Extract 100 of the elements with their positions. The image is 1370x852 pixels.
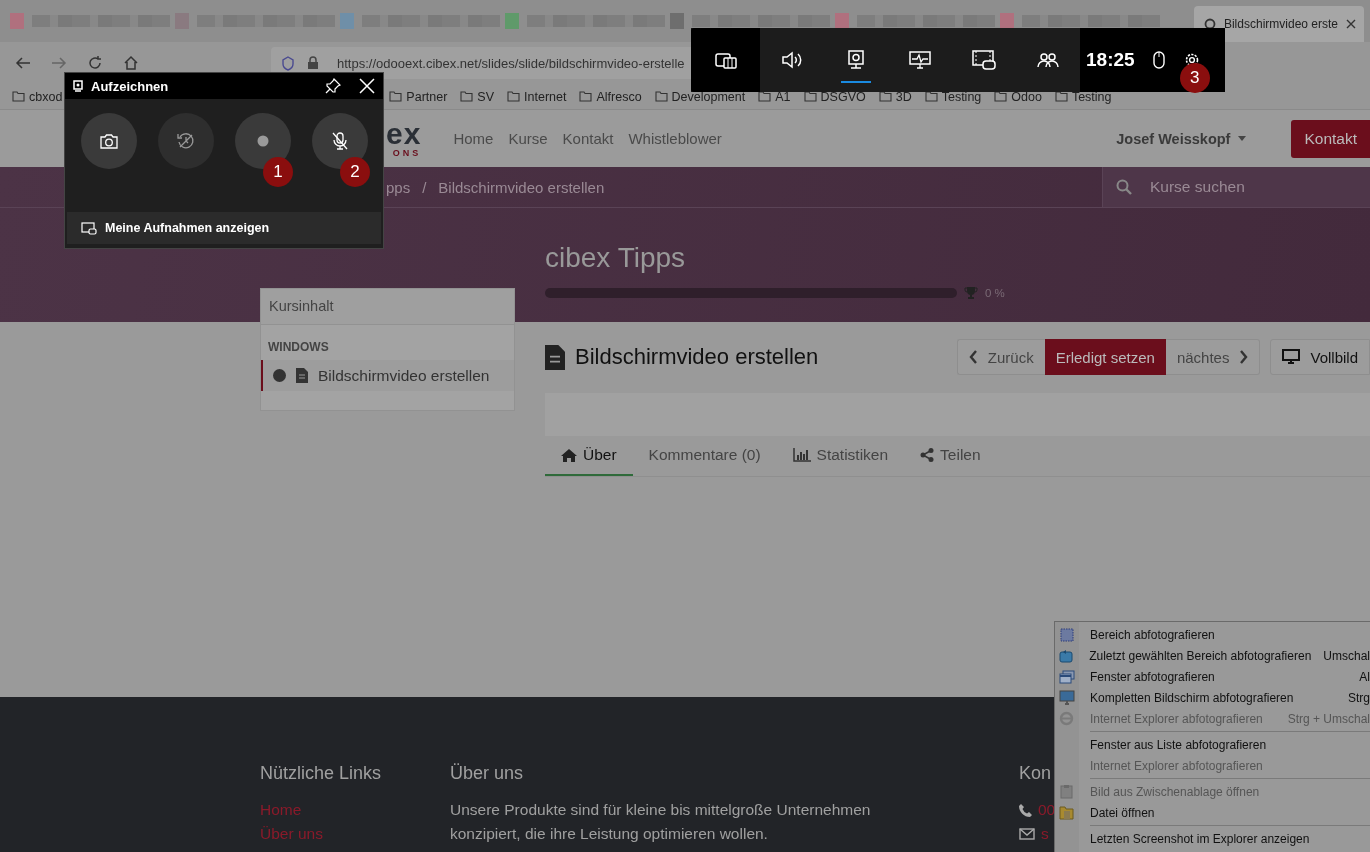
mouse-icon[interactable] <box>1152 51 1165 69</box>
search-field[interactable]: Kurse suchen <box>1102 167 1370 207</box>
annotation-badge: 2 <box>340 157 370 187</box>
bookmark-folder[interactable]: Testing <box>1054 89 1112 104</box>
capture-widget-icon <box>73 80 83 92</box>
blurred-tab[interactable] <box>670 10 830 32</box>
bookmark-folder[interactable]: Internet <box>507 89 567 104</box>
monitor-chart-icon <box>909 51 931 69</box>
reload-icon[interactable] <box>87 55 103 71</box>
footer-heading: Nützliche Links <box>260 763 382 784</box>
fullscreen-button[interactable]: Vollbild <box>1270 339 1370 375</box>
lesson-item[interactable]: Bildschirmvideo erstellen <box>261 360 514 391</box>
breadcrumb-link[interactable]: Bildschirmvideo erstellen <box>438 178 605 196</box>
folder-icon <box>924 91 938 102</box>
show-recordings-button[interactable]: Meine Aufnahmen anzeigen <box>67 212 381 244</box>
folder-icon <box>878 91 892 102</box>
search-input[interactable]: Kurse suchen <box>1148 177 1332 197</box>
menu-item[interactable]: Zuletzt gewählten Bereich abfotografieren Umschal <box>1055 645 1370 666</box>
folder-icon <box>460 91 474 102</box>
breadcrumb-separator: / <box>422 178 427 196</box>
bookmark-folder[interactable]: SV <box>460 89 495 104</box>
next-button[interactable]: nächtes <box>1165 339 1261 375</box>
folder-icon <box>12 91 25 102</box>
menu-item[interactable]: Kompletten Bildschirm abfotografieren Strg <box>1055 687 1370 708</box>
folder-icon <box>1054 91 1068 102</box>
user-menu[interactable]: Josef Weisskopf <box>1116 130 1247 147</box>
menu-item[interactable]: Bereich abfotografieren <box>1055 624 1370 645</box>
clock-time: 18:25 <box>1086 49 1135 71</box>
record-dot-icon <box>257 135 269 147</box>
content-tab[interactable]: Über <box>545 436 633 476</box>
logo[interactable]: ex ONS <box>386 119 422 158</box>
bookmark-folder[interactable]: Alfresco <box>579 89 642 104</box>
content-tab[interactable]: Teilen <box>904 436 997 476</box>
folder-icon <box>389 91 403 102</box>
menu-item[interactable]: Datei öffnen <box>1055 802 1370 823</box>
nav-link[interactable]: Home <box>453 130 494 147</box>
annotation-badge: 3 <box>1179 63 1210 93</box>
menu-item[interactable]: Fenster aus Liste abfotografieren <box>1055 734 1370 755</box>
bookmark-folder[interactable]: Testing <box>924 89 982 104</box>
bookmark-folder[interactable]: 3D <box>878 89 912 104</box>
history-icon <box>177 132 195 150</box>
clipboard-icon <box>1060 784 1073 799</box>
speaker-icon <box>781 51 803 69</box>
widgets-icon <box>714 51 737 69</box>
mark-done-button[interactable]: Erledigt setzen <box>1044 339 1166 375</box>
bookmark-folder[interactable]: cbxod <box>12 89 63 104</box>
bookmark-folder[interactable]: Odoo <box>994 89 1042 104</box>
content-tab[interactable]: Kommentare (0) <box>632 436 777 476</box>
mail-icon <box>1019 828 1035 840</box>
tab-title: Bildschirmvideo erste <box>1223 17 1338 31</box>
phone-icon <box>1019 803 1032 817</box>
lesson-heading: Bildschirmvideo erstellen <box>575 344 819 370</box>
about-text: Unsere Produkte sind für kleine bis mittelgroße Unternehmen konzipiert, die ihre Leistung optimieren wollen. <box>450 800 872 844</box>
footer-heading: Über uns <box>450 763 524 784</box>
camera-icon <box>100 133 118 149</box>
lock-icon <box>307 56 319 70</box>
folder-icon <box>579 91 593 102</box>
trophy-icon <box>964 286 978 300</box>
contact-button[interactable]: Kontakt <box>1291 119 1370 158</box>
folder-icon <box>507 91 521 102</box>
sidebar-title: Kursinhalt <box>261 289 514 325</box>
widget-button[interactable] <box>691 28 760 92</box>
bookmark-folder[interactable]: A1 <box>758 89 791 104</box>
search-icon <box>1116 179 1132 195</box>
monitor-icon <box>1058 690 1075 705</box>
footer-heading: Kon <box>1019 763 1052 784</box>
browser-tab[interactable]: Bildschirmvideo erste <box>1193 6 1364 42</box>
window-icon <box>1058 669 1075 684</box>
people-icon <box>1037 52 1059 68</box>
section-heading: WINDOWS <box>267 339 330 356</box>
folder-icon <box>1059 805 1074 820</box>
bookmark-folder[interactable]: Development <box>654 89 746 104</box>
nav-link[interactable]: Kurse <box>508 130 548 147</box>
folder-icon <box>803 91 817 102</box>
gamepad-screen-icon <box>972 50 996 70</box>
nav-link[interactable]: Kontakt <box>562 130 614 147</box>
nav-link[interactable]: Whistleblower <box>628 130 722 147</box>
back-icon[interactable] <box>15 55 31 71</box>
menu-item[interactable]: Fenster abfotografieren Al <box>1055 666 1370 687</box>
document-icon <box>545 344 565 370</box>
panel-title: Aufzeichnen <box>91 78 170 94</box>
browser-logo-icon <box>1203 18 1216 30</box>
breadcrumb-link[interactable]: pps <box>386 178 411 196</box>
pin-icon[interactable] <box>325 78 341 94</box>
webcam-icon <box>848 50 864 70</box>
document-icon <box>296 368 308 383</box>
browser-logo-icon <box>1059 711 1074 726</box>
course-title: cibex Tipps <box>545 242 687 274</box>
content-tab[interactable]: Statistiken <box>776 436 905 476</box>
annotation-badge: 1 <box>263 157 293 187</box>
screenshot-button[interactable] <box>81 113 137 169</box>
folder-icon <box>758 91 772 102</box>
repeat-icon <box>1058 648 1074 663</box>
menu-item[interactable]: Letzten Screenshot im Explorer anzeigen <box>1055 828 1370 849</box>
previous-button[interactable]: Zurück <box>956 339 1045 375</box>
mic-off-icon <box>332 132 348 150</box>
bookmark-folder[interactable]: Partner <box>389 89 448 104</box>
gallery-icon <box>81 221 97 235</box>
bookmark-folder[interactable]: DSGVO <box>803 89 866 104</box>
home-icon[interactable] <box>123 55 139 71</box>
